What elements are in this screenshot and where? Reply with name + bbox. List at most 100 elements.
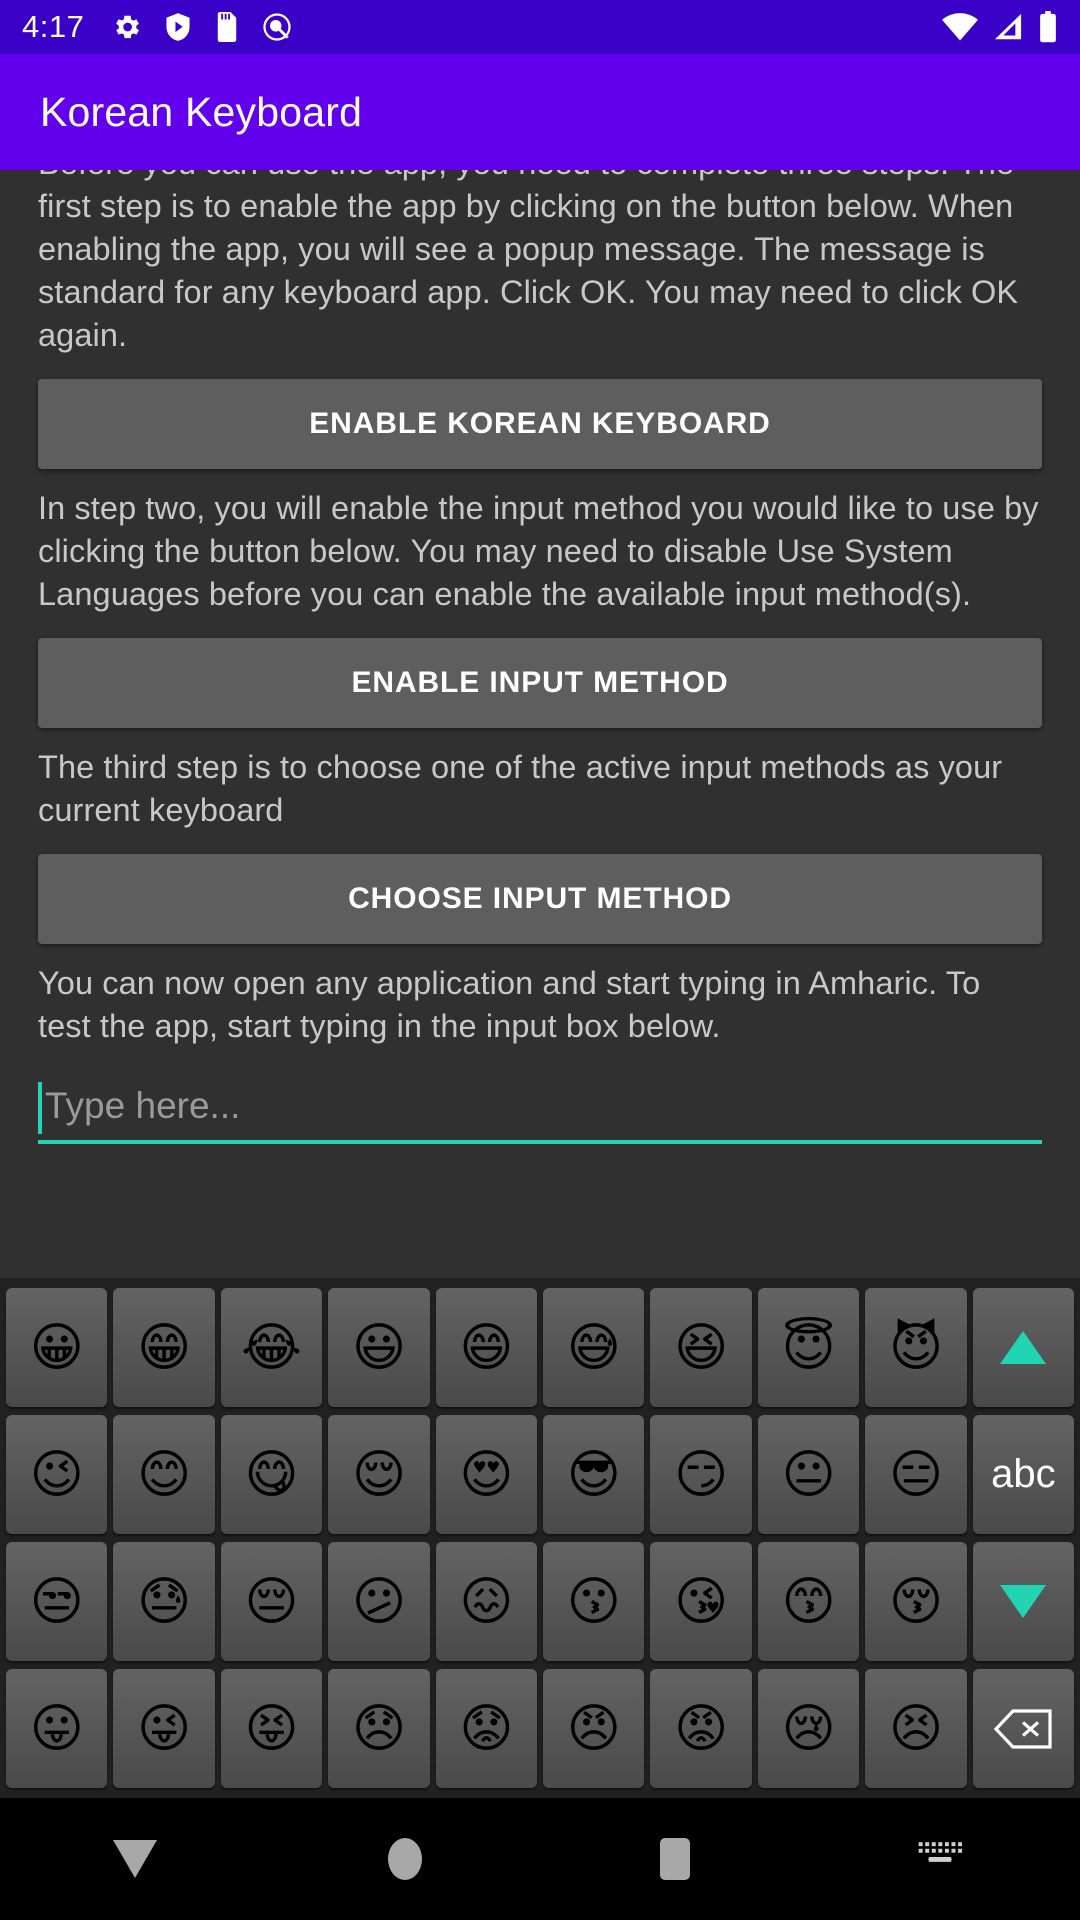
emoji-glyph: 😡 [674, 1698, 729, 1759]
emoji-winking-tongue[interactable]: 😜 [113, 1669, 215, 1788]
emoji-halo[interactable]: 😇 [757, 1288, 860, 1407]
arrow-down-icon [1000, 1585, 1047, 1618]
emoji-neutral-face[interactable]: 😐 [757, 1415, 860, 1534]
battery-icon [1038, 11, 1058, 43]
emoji-confused[interactable]: 😕 [328, 1542, 430, 1661]
emoji-glyph: 😚 [888, 1571, 944, 1632]
status-bar-clock: 4:17 [22, 9, 85, 44]
emoji-disappointed[interactable]: 😞 [328, 1669, 430, 1788]
abc-switch-key[interactable]: abc [972, 1415, 1075, 1534]
nav-back-button[interactable] [0, 1840, 270, 1878]
emoji-glyph: 😕 [351, 1571, 407, 1632]
emoji-downcast-sweat[interactable]: 😓 [113, 1542, 215, 1661]
page-title: Korean Keyboard [40, 88, 363, 135]
emoji-glyph: 😅 [566, 1317, 621, 1378]
emoji-glyph: 😈 [888, 1317, 944, 1378]
enable-input-method-button[interactable]: ENABLE INPUT METHOD [38, 638, 1042, 728]
emoji-smiling-imp[interactable]: 😈 [865, 1288, 967, 1407]
backspace-key[interactable] [972, 1669, 1075, 1788]
back-triangle-icon [113, 1840, 157, 1878]
emoji-glyph: 😏 [674, 1444, 729, 1505]
emoji-yum[interactable]: 😋 [220, 1415, 323, 1534]
emoji-keyboard[interactable]: 😀 😁 😂 😃 😄 😅 😆 😇 😈 😉 😊 😋 😌 😍 😎 😏 😐 😑 abc 😒 😓 😔 😕 😖 😗 😘 😙 😚 😛 😜 😝 😞 😟 😠 😡… [0, 1278, 1080, 1798]
instructions-paragraph-4: You can now open any application and sta… [38, 965, 981, 1044]
choose-input-method-button[interactable]: CHOOSE INPUT METHOD [38, 854, 1042, 944]
nav-keyboard-switch-button[interactable] [810, 1840, 1080, 1879]
emoji-glyph: 😁 [137, 1317, 192, 1378]
emoji-kissing[interactable]: 😗 [543, 1542, 645, 1661]
text-cursor [38, 1082, 42, 1134]
emoji-glyph: 😎 [566, 1444, 621, 1505]
emoji-glyph: 😜 [137, 1698, 192, 1759]
emoji-grinning-sweat[interactable]: 😅 [543, 1288, 645, 1407]
emoji-glyph: 😢 [781, 1698, 836, 1759]
emoji-crying[interactable]: 😢 [757, 1669, 860, 1788]
keyboard-row: 😒 😓 😔 😕 😖 😗 😘 😙 😚 [3, 1538, 1077, 1665]
backspace-icon [994, 1708, 1052, 1749]
keyboard-icon [917, 1840, 973, 1879]
wifi-icon [942, 12, 978, 42]
phone-screen: 4:17 Korean Keyboard first step is to en… [0, 0, 1080, 1920]
keyboard-row: 😛 😜 😝 😞 😟 😠 😡 😢 😣 [3, 1665, 1077, 1792]
emoji-squinting-laugh[interactable]: 😆 [650, 1288, 752, 1407]
emoji-kissing-closed-eyes[interactable]: 😚 [865, 1542, 967, 1661]
emoji-tongue-out[interactable]: 😛 [6, 1669, 108, 1788]
cellular-signal-off-icon [992, 12, 1024, 42]
page-down-key[interactable] [972, 1542, 1075, 1661]
emoji-grinning-big-eyes[interactable]: 😃 [328, 1288, 430, 1407]
recents-square-icon [660, 1838, 690, 1880]
emoji-glyph: 😇 [781, 1317, 836, 1378]
emoji-kiss-heart[interactable]: 😘 [650, 1542, 752, 1661]
instructions-scroll-area[interactable]: Before you can use the app, you need to … [0, 170, 1080, 1278]
emoji-confounded[interactable]: 😖 [435, 1542, 538, 1661]
emoji-glyph: 😌 [351, 1444, 407, 1505]
emoji-glyph: 😞 [351, 1698, 407, 1759]
status-bar-system-icons [942, 11, 1058, 43]
home-circle-icon [388, 1838, 422, 1880]
emoji-heart-eyes[interactable]: 😍 [435, 1415, 538, 1534]
instructions-paragraph-3: The third step is to choose one of the a… [38, 749, 1003, 828]
emoji-winking-face[interactable]: 😉 [6, 1415, 108, 1534]
emoji-glyph: 😓 [137, 1571, 192, 1632]
emoji-glyph: 😆 [674, 1317, 729, 1378]
emoji-smiling-blush[interactable]: 😊 [113, 1415, 215, 1534]
emoji-relieved[interactable]: 😌 [328, 1415, 430, 1534]
emoji-glyph: 😐 [781, 1444, 836, 1505]
emoji-grinning-face[interactable]: 😀 [6, 1288, 108, 1407]
keyboard-row: 😉 😊 😋 😌 😍 😎 😏 😐 😑 abc [3, 1411, 1077, 1538]
abc-label: abc [991, 1452, 1056, 1496]
system-navigation-bar [0, 1798, 1080, 1920]
emoji-glyph: 😠 [566, 1698, 621, 1759]
emoji-persevering[interactable]: 😣 [865, 1669, 967, 1788]
emoji-expressionless[interactable]: 😑 [865, 1415, 967, 1534]
emoji-beaming-face[interactable]: 😁 [113, 1288, 215, 1407]
page-up-key[interactable] [972, 1288, 1075, 1407]
emoji-kissing-smiling-eyes[interactable]: 😙 [757, 1542, 860, 1661]
play-protect-shield-icon [164, 12, 192, 42]
emoji-pouting-red[interactable]: 😡 [650, 1669, 752, 1788]
emoji-tears-of-joy[interactable]: 😂 [220, 1288, 323, 1407]
instructions-paragraph-2: In step two, you will enable the input m… [38, 490, 1039, 612]
emoji-glyph: 😗 [566, 1571, 621, 1632]
arrow-up-icon [1000, 1331, 1047, 1364]
emoji-worried[interactable]: 😟 [435, 1669, 538, 1788]
instructions-paragraph-1: Before you can use the app, you need to … [38, 170, 1019, 353]
emoji-grinning-smiling-eyes[interactable]: 😄 [435, 1288, 538, 1407]
emoji-smirk[interactable]: 😏 [650, 1415, 752, 1534]
emoji-glyph: 😔 [244, 1571, 299, 1632]
enable-korean-keyboard-button[interactable]: ENABLE KOREAN KEYBOARD [38, 379, 1042, 469]
emoji-glyph: 😝 [244, 1698, 299, 1759]
emoji-glyph: 😑 [888, 1444, 944, 1505]
nav-home-button[interactable] [270, 1838, 540, 1880]
status-bar: 4:17 [0, 0, 1080, 54]
emoji-squinting-tongue[interactable]: 😝 [220, 1669, 323, 1788]
emoji-glyph: 😀 [29, 1317, 84, 1378]
emoji-angry[interactable]: 😠 [543, 1669, 645, 1788]
emoji-sunglasses[interactable]: 😎 [543, 1415, 645, 1534]
emoji-glyph: 😃 [351, 1317, 407, 1378]
nav-recents-button[interactable] [540, 1838, 810, 1880]
emoji-unamused[interactable]: 😒 [6, 1542, 108, 1661]
test-input-field[interactable]: Type here... [38, 1078, 1042, 1144]
emoji-pensive[interactable]: 😔 [220, 1542, 323, 1661]
test-input-placeholder: Type here... [45, 1085, 241, 1126]
